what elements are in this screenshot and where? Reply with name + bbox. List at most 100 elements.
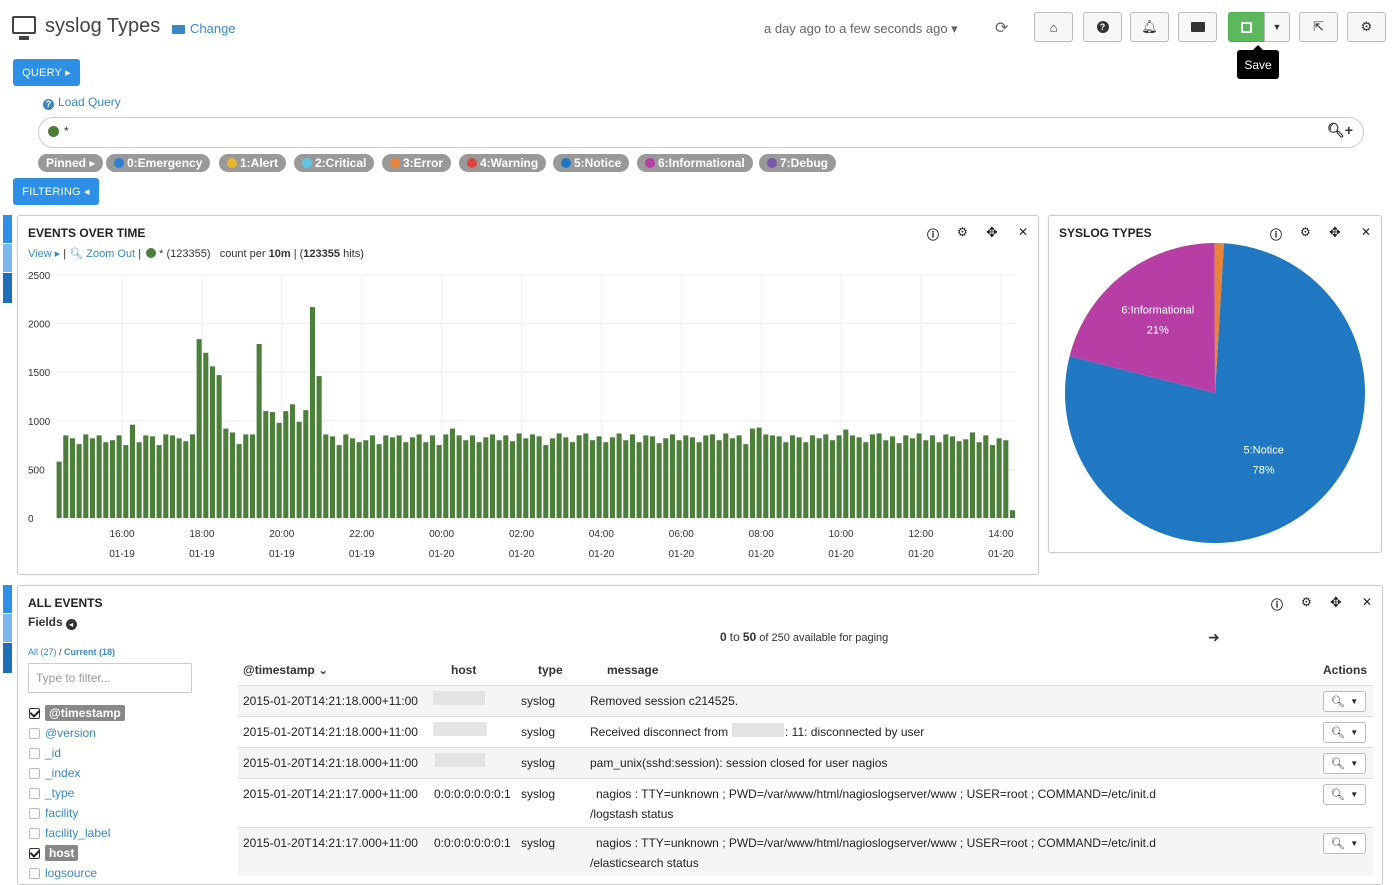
bar[interactable] [656,443,662,518]
field-label[interactable]: _type [45,786,74,800]
checkbox[interactable] [29,807,40,819]
bar[interactable] [563,437,569,518]
table-row[interactable]: 2015-01-20T14:21:18.000+11:00 syslog pam… [238,747,1373,778]
bar[interactable] [289,404,295,518]
field-label[interactable]: _id [45,746,61,760]
table-row[interactable]: 2015-01-20T14:21:18.000+11:00 syslog Rec… [238,716,1373,747]
pill-error[interactable]: 3:Error [382,154,452,172]
bar[interactable] [383,435,389,518]
bar[interactable] [609,437,615,518]
row-marker[interactable] [3,273,12,303]
query-actions[interactable]: 🔍︎+ [1327,122,1353,139]
bar[interactable] [809,435,815,518]
row-marker[interactable] [3,643,12,673]
bar[interactable] [443,434,449,518]
bar[interactable] [283,411,289,518]
field-item[interactable]: @timestamp [29,704,125,722]
bar[interactable] [603,442,609,518]
bar[interactable] [823,434,829,518]
bar[interactable] [369,435,375,518]
bar[interactable] [643,435,649,518]
checkbox[interactable] [29,767,40,779]
bar[interactable] [776,436,782,518]
bar[interactable] [729,438,735,518]
column-header-type[interactable]: type [538,663,563,677]
bar[interactable] [716,440,722,518]
field-item[interactable]: _id [29,744,61,762]
bar[interactable] [329,436,335,518]
bar[interactable] [476,442,482,518]
bar[interactable] [163,434,169,518]
row-actions-button[interactable]: 🔍︎ ▼ [1323,784,1366,805]
checkbox[interactable] [29,727,40,739]
query-color-dot[interactable] [48,126,59,137]
bar[interactable] [343,434,349,518]
bar[interactable] [576,435,582,518]
bar[interactable] [669,434,675,518]
bar[interactable] [203,352,209,518]
bar[interactable] [116,435,122,518]
bar[interactable] [936,442,942,518]
checkbox[interactable] [29,867,40,879]
pill-informational[interactable]: 6:Informational [637,154,753,172]
bar[interactable] [983,435,989,518]
bar[interactable] [523,438,529,518]
checkbox[interactable] [29,787,40,799]
tab-all[interactable]: All (27) [28,647,57,657]
next-page-icon[interactable]: ➜ [1208,629,1220,646]
settings-button[interactable]: ⚙ [1347,12,1386,42]
bar[interactable] [556,433,562,518]
bar[interactable] [56,461,62,518]
field-label[interactable]: _index [45,766,80,780]
bar[interactable] [389,437,395,518]
bar[interactable] [663,438,669,518]
bar[interactable] [356,442,362,518]
bar[interactable] [463,440,469,518]
bar[interactable] [103,442,109,518]
share-button[interactable]: ⇱ [1299,12,1338,42]
field-item[interactable]: @version [29,724,96,742]
bar[interactable] [309,307,315,518]
close-icon[interactable]: ✕ [1018,225,1028,239]
bar[interactable] [856,437,862,518]
bar[interactable] [876,433,882,518]
save-dropdown-button[interactable]: ▼ [1264,12,1290,42]
bar[interactable] [376,444,382,518]
bar[interactable] [69,438,75,518]
bar[interactable] [536,436,542,518]
timerange-picker[interactable]: a day ago to a few seconds ago ▾ [764,21,958,37]
pill-warning[interactable]: 4:Warning [459,154,547,172]
query-input[interactable] [38,117,1364,148]
bar[interactable] [843,429,849,518]
bar[interactable] [236,444,242,518]
bar[interactable] [696,442,702,518]
bar[interactable] [276,422,282,518]
bar[interactable] [803,442,809,518]
load-query-link[interactable]: ? Load Query [43,95,121,110]
change-link[interactable]: Change [172,21,236,36]
pill-notice[interactable]: 5:Notice [553,154,630,172]
bar[interactable] [916,433,922,518]
bar[interactable] [136,442,142,518]
bar[interactable] [676,440,682,518]
field-label[interactable]: logsource [45,866,97,880]
bar[interactable] [783,442,789,518]
field-item[interactable]: logsource [29,864,97,882]
bar[interactable] [1009,510,1015,518]
bar[interactable] [649,436,655,518]
bar[interactable] [89,438,95,518]
bar[interactable] [989,445,995,518]
plus-icon[interactable]: + [1345,122,1353,138]
bar[interactable] [223,428,229,518]
bar[interactable] [623,440,629,518]
row-marker[interactable] [3,215,12,243]
zoom-out-link[interactable]: 🔍︎ Zoom Out [69,248,135,260]
bar[interactable] [569,442,575,518]
field-label[interactable]: @timestamp [45,705,125,721]
bar[interactable] [849,435,855,518]
tab-current[interactable]: Current (18) [64,647,115,657]
row-actions-button[interactable]: 🔍︎ ▼ [1323,722,1366,743]
bar[interactable] [996,438,1002,518]
gear-icon[interactable]: ⚙ [957,225,968,239]
bar[interactable] [229,432,235,518]
